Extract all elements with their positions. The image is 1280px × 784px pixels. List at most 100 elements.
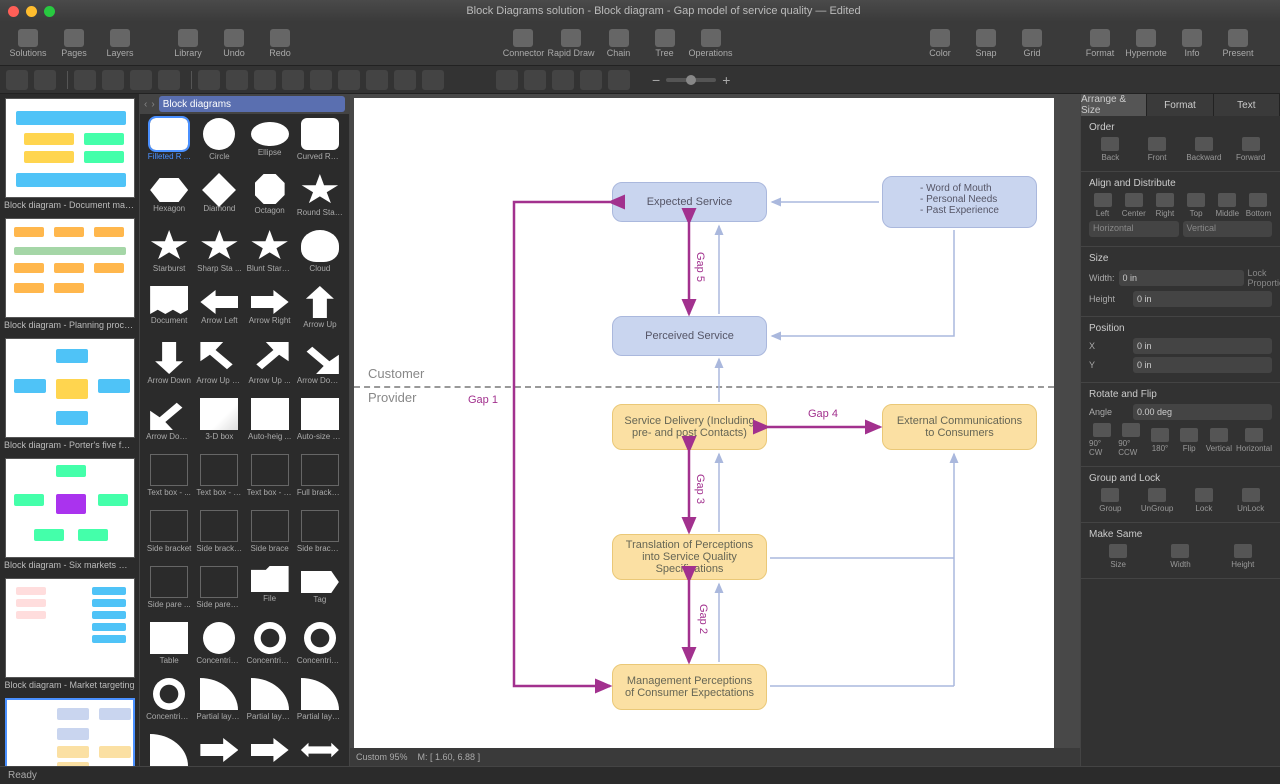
shape-File[interactable]: File <box>245 566 295 622</box>
shape-Full bracke ...[interactable]: Full bracke ... <box>295 454 345 510</box>
perceived-service-node[interactable]: Perceived Service <box>612 316 767 356</box>
center-button[interactable]: Center <box>1120 193 1147 218</box>
line-tool-icon[interactable] <box>158 70 180 90</box>
color-button[interactable]: Color <box>918 24 962 64</box>
size-button[interactable]: Size <box>1089 544 1147 569</box>
shape-Blunt Starburst[interactable]: Blunt Starburst <box>245 230 295 286</box>
shape-Side parenth ...[interactable]: Side parenth ... <box>194 566 244 622</box>
lib-forward-icon[interactable]: › <box>151 99 154 110</box>
thumbnail-5[interactable]: Block diagram - Gap model of service q..… <box>4 698 135 766</box>
front-button[interactable]: Front <box>1136 137 1179 162</box>
width-button[interactable]: Width <box>1151 544 1209 569</box>
90-ccw-button[interactable]: 90° CCW <box>1118 423 1143 457</box>
shape-Starburst[interactable]: Starburst <box>144 230 194 286</box>
shape-Filleted R ...[interactable]: Filleted R ... <box>144 118 194 174</box>
shape-Arrow Left[interactable]: Arrow Left <box>194 286 244 342</box>
vertical-button[interactable]: Vertical <box>1206 428 1232 453</box>
shape-Side pare ...[interactable]: Side pare ... <box>144 566 194 622</box>
connector-tool-icon[interactable] <box>310 70 332 90</box>
rect-tool-icon[interactable] <box>74 70 96 90</box>
close-icon[interactable] <box>8 6 19 17</box>
shape-Text box - l ...[interactable]: Text box - l ... <box>194 454 244 510</box>
shape-Side bracket[interactable]: Side bracket <box>144 510 194 566</box>
thumbnail-2[interactable]: Block diagram - Porter's five forces mod… <box>4 338 135 450</box>
angle-input[interactable] <box>1133 404 1272 420</box>
present-button[interactable]: Present <box>1216 24 1260 64</box>
brush-tool-icon[interactable] <box>338 70 360 90</box>
shape-3-D box[interactable]: 3-D box <box>194 398 244 454</box>
library-breadcrumb[interactable]: Block diagrams <box>159 96 345 112</box>
pointer-tool-icon[interactable] <box>6 70 28 90</box>
y-input[interactable] <box>1133 357 1272 373</box>
crop-tool-icon[interactable] <box>608 70 630 90</box>
shape-Auto-size box[interactable]: Auto-size box <box>295 398 345 454</box>
distribute-vertical[interactable]: Vertical <box>1183 221 1273 237</box>
shape-Arrow Up ...[interactable]: Arrow Up ... <box>245 342 295 398</box>
pages-button[interactable]: Pages <box>52 24 96 64</box>
shape-Auto-heig ...[interactable]: Auto-heig ... <box>245 398 295 454</box>
tab-text[interactable]: Text <box>1214 94 1280 116</box>
tab-arrange[interactable]: Arrange & Size <box>1081 94 1147 116</box>
grid-button[interactable]: Grid <box>1010 24 1054 64</box>
shape-Ellipse[interactable]: Ellipse <box>245 118 295 174</box>
right-button[interactable]: Right <box>1151 193 1178 218</box>
shape-Concentric ...[interactable]: Concentric ... <box>295 622 345 678</box>
thumbnail-0[interactable]: Block diagram - Document management... <box>4 98 135 210</box>
shape-Round Sta ...[interactable]: Round Sta ... <box>295 174 345 230</box>
group-button[interactable]: Group <box>1089 488 1132 513</box>
solutions-button[interactable]: Solutions <box>6 24 50 64</box>
zoom-minus-icon[interactable]: − <box>652 72 660 88</box>
pen-tool-icon[interactable] <box>198 70 220 90</box>
x-input[interactable] <box>1133 338 1272 354</box>
arrow-tool-icon[interactable] <box>282 70 304 90</box>
shape-Table[interactable]: Table <box>144 622 194 678</box>
shape-Tag[interactable]: Tag <box>295 566 345 622</box>
bottom-button[interactable]: Bottom <box>1245 193 1272 218</box>
shape-Arrow Up Left[interactable]: Arrow Up Left <box>194 342 244 398</box>
thumbnail-3[interactable]: Block diagram - Six markets model <box>4 458 135 570</box>
shape-Curved Re ...[interactable]: Curved Re ... <box>295 118 345 174</box>
chain-button[interactable]: Chain <box>597 24 641 64</box>
width-input[interactable] <box>1119 270 1244 286</box>
thumbnail-1[interactable]: Block diagram - Planning process <box>4 218 135 330</box>
operations-button[interactable]: Operations <box>689 24 733 64</box>
layers-button[interactable]: Layers <box>98 24 142 64</box>
connector-button[interactable]: Connector <box>501 24 545 64</box>
shape-Concentric ...[interactable]: Concentric ... <box>245 622 295 678</box>
shape-item-45[interactable] <box>194 734 244 766</box>
shape-Side brace - ...[interactable]: Side brace - ... <box>295 510 345 566</box>
library-button[interactable]: Library <box>166 24 210 64</box>
format-button[interactable]: Format <box>1078 24 1122 64</box>
shape-Sharp Sta ...[interactable]: Sharp Sta ... <box>194 230 244 286</box>
shape-Concentric ...[interactable]: Concentric ... <box>144 678 194 734</box>
flip-button[interactable]: Flip <box>1177 428 1202 453</box>
shape-Octagon[interactable]: Octagon <box>245 174 295 230</box>
top-button[interactable]: Top <box>1183 193 1210 218</box>
shape-Diamond[interactable]: Diamond <box>194 174 244 230</box>
ellipse-tool-icon[interactable] <box>102 70 124 90</box>
zoom-in-icon[interactable] <box>496 70 518 90</box>
rapid draw-button[interactable]: Rapid Draw <box>547 24 594 64</box>
canvas-scroll[interactable]: Customer Provider Gap 1 Expected Service… <box>350 94 1080 748</box>
lock-button[interactable]: Lock <box>1183 488 1226 513</box>
shape-Partial layer 2[interactable]: Partial layer 2 <box>245 678 295 734</box>
diagram-page[interactable]: Customer Provider Gap 1 Expected Service… <box>354 98 1054 748</box>
hand-tool-icon[interactable] <box>580 70 602 90</box>
eyedropper-tool-icon[interactable] <box>394 70 416 90</box>
maximize-icon[interactable] <box>44 6 55 17</box>
shape-Arrow Up[interactable]: Arrow Up <box>295 286 345 342</box>
shape-Cloud[interactable]: Cloud <box>295 230 345 286</box>
distribute-horizontal[interactable]: Horizontal <box>1089 221 1179 237</box>
horizontal-button[interactable]: Horizontal <box>1236 428 1272 453</box>
zoom-plus-icon[interactable]: + <box>722 72 730 88</box>
zoom-fit-icon[interactable] <box>552 70 574 90</box>
ungroup-button[interactable]: UnGroup <box>1136 488 1179 513</box>
lock-proportions[interactable]: Lock Proportions <box>1248 268 1280 288</box>
pencil-tool-icon[interactable] <box>226 70 248 90</box>
redo-button[interactable]: Redo <box>258 24 302 64</box>
zoom-slider[interactable] <box>666 78 716 82</box>
tree-button[interactable]: Tree <box>643 24 687 64</box>
management-node[interactable]: Management Perceptions of Consumer Expec… <box>612 664 767 710</box>
text-tool-icon[interactable] <box>130 70 152 90</box>
middle-button[interactable]: Middle <box>1214 193 1241 218</box>
